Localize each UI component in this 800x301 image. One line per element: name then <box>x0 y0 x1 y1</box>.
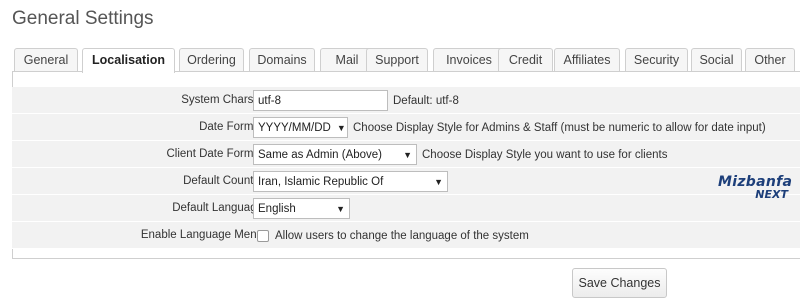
chevron-down-icon: ▼ <box>403 149 412 160</box>
enable-language-menu-checkbox[interactable] <box>257 229 269 242</box>
mizbanfa-logo: Mizbanfa NEXT <box>718 175 792 203</box>
client-date-format-label: Client Date Format <box>166 148 263 160</box>
tab-affiliates[interactable]: Affiliates <box>554 48 620 71</box>
enable-language-menu-hint: Allow users to change the language of th… <box>275 229 529 242</box>
system-charset-row: System Charset Default: utf-8 <box>12 87 800 114</box>
tab-social[interactable]: Social <box>691 48 742 71</box>
tab-general[interactable]: General <box>14 48 78 71</box>
chevron-down-icon: ▼ <box>336 203 345 214</box>
default-language-select[interactable]: English ▼ <box>253 198 350 219</box>
client-date-format-row: Client Date Format Same as Admin (Above)… <box>12 141 800 168</box>
client-date-format-hint: Choose Display Style you want to use for… <box>422 148 668 161</box>
default-country-value: Iran, Islamic Republic Of <box>258 175 384 188</box>
save-changes-button[interactable]: Save Changes <box>572 268 667 298</box>
system-charset-label: System Charset <box>181 94 263 106</box>
date-format-row: Date Format YYYY/MM/DD ▼ Choose Display … <box>12 114 800 141</box>
system-charset-input[interactable] <box>253 90 388 111</box>
logo-text: Mizbanfa <box>718 174 793 190</box>
default-country-row: Default Country Iran, Islamic Republic O… <box>12 168 800 195</box>
localisation-form: System Charset Default: utf-8 Date Forma… <box>12 87 800 249</box>
settings-tabs: General Localisation Ordering Domains Ma… <box>14 48 800 73</box>
date-format-label: Date Format <box>199 121 263 133</box>
date-format-hint: Choose Display Style for Admins & Staff … <box>353 121 766 134</box>
default-language-value: English <box>258 202 296 215</box>
date-format-value: YYYY/MM/DD <box>258 121 331 134</box>
date-format-select[interactable]: YYYY/MM/DD ▼ <box>253 117 348 138</box>
client-date-format-select[interactable]: Same as Admin (Above) ▼ <box>253 144 417 165</box>
default-country-label: Default Country <box>183 175 263 187</box>
default-language-row: Default Language English ▼ <box>12 195 800 222</box>
default-country-select[interactable]: Iran, Islamic Republic Of ▼ <box>253 171 448 192</box>
default-language-label: Default Language <box>172 202 263 214</box>
tab-other[interactable]: Other <box>745 48 795 71</box>
enable-language-menu-label: Enable Language Menu <box>140 229 263 241</box>
logo-subtext: NEXT <box>755 188 788 201</box>
tab-support[interactable]: Support <box>366 48 428 71</box>
page-title: General Settings <box>12 8 154 29</box>
client-date-format-value: Same as Admin (Above) <box>258 148 383 161</box>
tab-credit[interactable]: Credit <box>498 48 553 71</box>
tab-domains[interactable]: Domains <box>249 48 315 71</box>
system-charset-hint: Default: utf-8 <box>393 94 459 107</box>
chevron-down-icon: ▼ <box>336 122 346 133</box>
tab-invoices[interactable]: Invoices <box>433 48 505 71</box>
chevron-down-icon: ▼ <box>434 176 443 187</box>
tab-security[interactable]: Security <box>625 48 688 71</box>
tab-localisation[interactable]: Localisation <box>82 48 175 73</box>
enable-language-menu-row: Enable Language Menu Allow users to chan… <box>12 222 800 249</box>
tab-ordering[interactable]: Ordering <box>179 48 244 71</box>
